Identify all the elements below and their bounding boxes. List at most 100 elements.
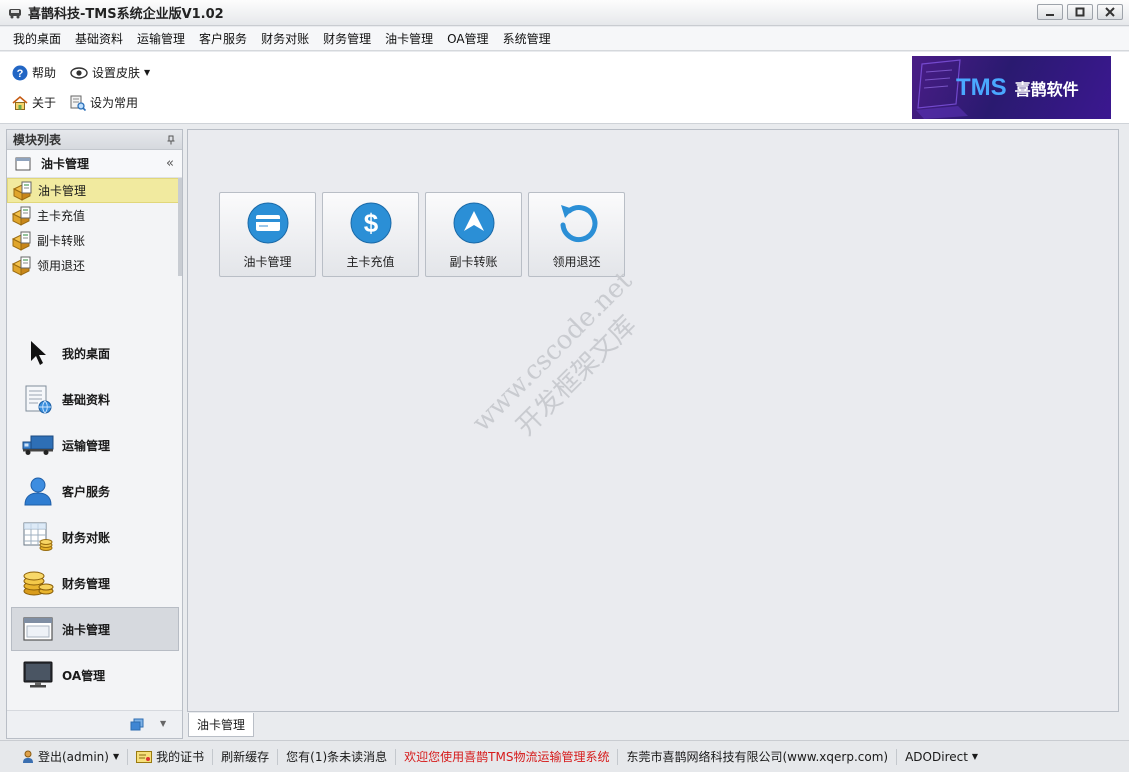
eye-icon	[70, 66, 88, 79]
nav-label: 基础资料	[62, 392, 111, 407]
nav-item-basic-data[interactable]: 基础资料	[11, 377, 179, 421]
nav-item-finance-reconcile[interactable]: 财务对账	[11, 515, 179, 559]
close-icon	[1105, 7, 1115, 17]
certificate-button[interactable]: 我的证书	[128, 748, 214, 765]
tile-receive-return[interactable]: 领用退还	[528, 192, 625, 277]
close-button[interactable]	[1097, 4, 1123, 20]
search-document-icon	[70, 95, 87, 111]
menu-bar: 我的桌面 基础资料 运输管理 客户服务 财务对账 财务管理 油卡管理 OA管理 …	[0, 27, 1129, 51]
window-icon	[23, 617, 53, 641]
coins-icon	[23, 571, 54, 596]
menu-finance-reconcile[interactable]: 财务对账	[254, 27, 316, 51]
module-item-sub-card-transfer[interactable]: 副卡转账	[7, 228, 182, 253]
nav-label: 运输管理	[62, 438, 111, 453]
menu-transport[interactable]: 运输管理	[130, 27, 192, 51]
skin-dropdown[interactable]: 设置皮肤 ▼	[70, 64, 150, 81]
tile-label: 领用退还	[552, 255, 601, 269]
set-common-label: 设为常用	[90, 96, 139, 110]
nav-label: 客户服务	[62, 484, 111, 499]
copy-windows-icon[interactable]	[130, 718, 144, 732]
nav-item-finance[interactable]: 财务管理	[11, 561, 179, 605]
document-tab-fuel-card[interactable]: 油卡管理	[188, 713, 254, 737]
module-sidebar: 模块列表 油卡管理 « 油卡管理 主卡充值 副卡转账 领用退还 我的桌面 基础资…	[6, 129, 183, 739]
watermark-line2: 开发框架文库	[510, 310, 643, 442]
module-item-fuel-card[interactable]: 油卡管理	[7, 178, 182, 203]
tile-main-card-recharge[interactable]: $ 主卡充值	[322, 192, 419, 277]
card-icon	[247, 202, 288, 244]
nav-item-transport[interactable]: 运输管理	[11, 423, 179, 467]
maximize-button[interactable]	[1067, 4, 1093, 20]
pin-icon[interactable]	[166, 135, 176, 145]
nav-item-oa[interactable]: OA管理	[11, 653, 179, 697]
truck-app-icon	[9, 8, 21, 18]
home-icon	[12, 95, 28, 110]
banner-name: 喜鹊软件	[1014, 80, 1079, 99]
nav-item-customer-service[interactable]: 客户服务	[11, 469, 179, 513]
tile-fuel-card[interactable]: 油卡管理	[219, 192, 316, 277]
box-document-icon	[12, 181, 32, 201]
arrow-up-icon	[453, 202, 494, 244]
module-label: 副卡转账	[37, 234, 86, 248]
box-document-icon	[11, 206, 31, 226]
logout-label: 登出(admin)	[38, 750, 109, 764]
certificate-icon	[136, 750, 153, 763]
about-button[interactable]: 关于	[12, 94, 56, 111]
menu-fuel-card[interactable]: 油卡管理	[378, 27, 440, 51]
nav-label: OA管理	[62, 668, 106, 683]
module-panel-header: 模块列表	[7, 130, 182, 150]
about-label: 关于	[32, 96, 57, 110]
caret-down-icon: ▼	[144, 68, 151, 77]
svg-text:$: $	[363, 208, 378, 238]
caret-down-icon: ▼	[112, 752, 120, 761]
module-item-receive-return[interactable]: 领用退还	[7, 253, 182, 278]
db-provider-dropdown[interactable]: ADODirect ▼	[897, 749, 986, 765]
menu-basic-data[interactable]: 基础资料	[68, 27, 130, 51]
company-info: 东莞市喜鹊网络科技有限公司(www.xqerp.com)	[618, 748, 898, 765]
nav-label: 油卡管理	[62, 622, 111, 637]
menu-oa[interactable]: OA管理	[440, 27, 495, 51]
set-common-button[interactable]: 设为常用	[70, 94, 138, 111]
nav-item-desktop[interactable]: 我的桌面	[11, 331, 179, 375]
toolbar: ? 帮助 设置皮肤 ▼ 关于 设为常用 TMS 喜鹊软件	[0, 52, 1129, 124]
cursor-arrow-icon	[31, 341, 46, 365]
svg-text:?: ?	[17, 68, 24, 80]
module-item-main-card-recharge[interactable]: 主卡充值	[7, 203, 182, 228]
certificate-label: 我的证书	[156, 750, 205, 764]
group-header-fuel-card[interactable]: 油卡管理 «	[7, 150, 182, 178]
module-label: 主卡充值	[37, 209, 86, 223]
module-list-scrollbar[interactable]	[178, 178, 182, 276]
nav-item-fuel-card[interactable]: 油卡管理	[11, 607, 179, 651]
caret-down-icon[interactable]: ▼	[160, 719, 166, 728]
db-provider-label: ADODirect	[905, 749, 968, 764]
box-document-icon	[11, 231, 31, 251]
truck-icon	[22, 435, 54, 455]
window-icon	[15, 157, 31, 170]
window-title: 喜鹊科技-TMS系统企业版V1.02	[28, 7, 224, 22]
box-document-icon	[11, 256, 31, 276]
unread-messages[interactable]: 您有(1)条未读消息	[278, 748, 397, 765]
help-button[interactable]: ? 帮助	[12, 64, 56, 81]
nav-label: 财务对账	[62, 530, 111, 545]
module-label: 油卡管理	[38, 184, 87, 198]
minimize-button[interactable]	[1037, 4, 1063, 20]
brand-banner: TMS 喜鹊软件	[912, 56, 1111, 119]
caret-down-icon: ▼	[971, 752, 979, 761]
user-icon	[23, 750, 33, 763]
nav-label: 我的桌面	[62, 346, 111, 361]
refresh-cache-button[interactable]: 刷新缓存	[213, 748, 279, 765]
menu-system[interactable]: 系统管理	[496, 27, 558, 51]
module-label: 领用退还	[37, 259, 86, 273]
workspace-panel: 油卡管理 $ 主卡充值 副卡转账 领用退还 www.cscode.net 开发框…	[187, 129, 1119, 712]
logout-dropdown[interactable]: 登出(admin) ▼	[14, 748, 129, 765]
sidebar-footer: ▼	[7, 710, 182, 738]
collapse-chevron-icon[interactable]: «	[166, 156, 174, 171]
tile-sub-card-transfer[interactable]: 副卡转账	[425, 192, 522, 277]
group-title: 油卡管理	[41, 157, 90, 171]
help-label: 帮助	[32, 66, 57, 80]
menu-finance[interactable]: 财务管理	[316, 27, 378, 51]
module-panel-title: 模块列表	[13, 133, 62, 147]
module-list: 油卡管理 主卡充值 副卡转账 领用退还	[7, 178, 182, 328]
tile-label: 副卡转账	[449, 255, 498, 269]
menu-customer-service[interactable]: 客户服务	[192, 27, 254, 51]
menu-desktop[interactable]: 我的桌面	[6, 27, 68, 51]
